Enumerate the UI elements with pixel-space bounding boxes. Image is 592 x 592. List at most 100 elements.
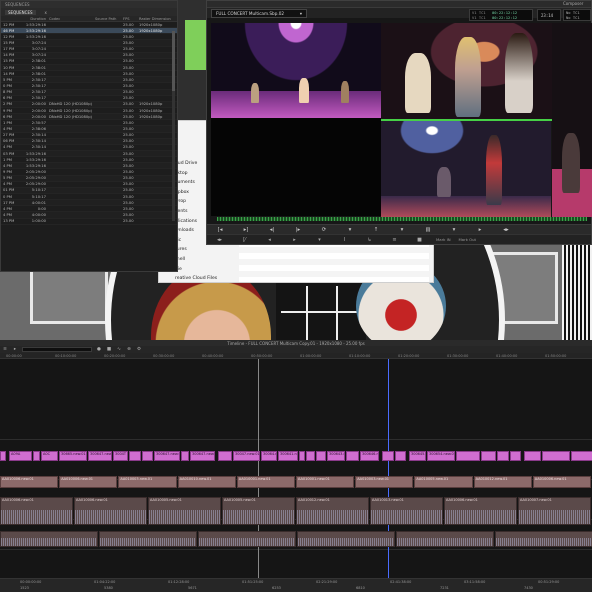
camera-angle-3[interactable] (381, 121, 551, 217)
viewer-control-button[interactable]: ▸ (282, 237, 307, 243)
viewer-control-button[interactable]: [◂ (207, 227, 233, 233)
video-clip[interactable] (129, 451, 141, 461)
audio-clip[interactable]: AA010005.new.01 (222, 497, 295, 525)
square-icon[interactable]: ■ (106, 347, 112, 352)
audio-clip[interactable]: AA010001.new.01 (296, 476, 355, 488)
viewer-control-button[interactable]: ⟳ (311, 227, 337, 233)
viewer-control-button[interactable]: ◂▸ (207, 237, 232, 243)
video-clip[interactable] (33, 451, 40, 461)
finder-sidebar-item[interactable]: plications (175, 219, 197, 224)
video-clip[interactable] (497, 451, 509, 461)
viewer-control-button[interactable]: ▤ (415, 227, 441, 233)
audio-clip[interactable] (297, 531, 395, 547)
audio-clip[interactable]: AA010006.new.01 (0, 497, 73, 525)
settings-icon[interactable]: ⚙ (136, 347, 142, 352)
audio-clip[interactable]: AA010012.new.01 (473, 476, 532, 488)
video-clip[interactable]: A09A (9, 451, 32, 461)
video-clip[interactable] (524, 451, 541, 461)
viewer-control-button[interactable]: ◂| (259, 227, 285, 233)
camera-angle-2[interactable] (381, 23, 553, 121)
video-clip[interactable]: A0C (41, 451, 58, 461)
viewer-control-button[interactable]: ▸] (233, 227, 259, 233)
bin-scroll-thumb[interactable] (172, 31, 175, 91)
video-clip[interactable]: 300646.new.02 (360, 451, 379, 461)
audio-clip[interactable]: AA010006.new.01 (532, 476, 591, 488)
video-clip[interactable] (0, 451, 6, 461)
audio-clip[interactable]: AA010005.new.01 (414, 476, 473, 488)
finder-sidebar-item[interactable]: reative Cloud Files (175, 276, 217, 281)
tab-sequences[interactable]: SEQUENCES (5, 9, 36, 15)
audio-clip[interactable]: AA010006.new.01 (59, 476, 118, 488)
video-clip[interactable] (571, 451, 592, 461)
video-clip[interactable] (456, 451, 480, 461)
audio-clip[interactable]: AA010006.new.01 (444, 497, 517, 525)
menu-icon[interactable]: ≡ (2, 347, 8, 352)
viewer-control-button[interactable]: Ⅰ (332, 237, 357, 243)
audio-clip[interactable]: AA010007.new.01 (518, 497, 591, 525)
bin-scrollbar[interactable] (172, 31, 175, 221)
camera-angle-1[interactable] (211, 23, 381, 118)
video-clip[interactable]: 30064.new.02 (261, 451, 277, 461)
viewer-control-button[interactable]: [⁄ (232, 237, 257, 243)
viewer-control-button[interactable]: ◂ (257, 237, 282, 243)
audio-clip[interactable]: AA010012.new.01 (296, 497, 369, 525)
audio-clip[interactable] (198, 531, 296, 547)
audio-clip[interactable] (0, 531, 98, 547)
viewer-control-button[interactable]: ▸ (467, 227, 493, 233)
video-clip[interactable] (481, 451, 496, 461)
clip-name-dropdown[interactable]: FULL CONCERT Multicam.Sbp.02 ▾ (211, 8, 307, 18)
audio-clip[interactable]: AA010003.new.01 (355, 476, 414, 488)
video-clip[interactable] (306, 451, 315, 461)
viewer-control-button[interactable]: ◂▸ (493, 227, 519, 233)
video-clip[interactable] (510, 451, 521, 461)
video-clip[interactable] (316, 451, 326, 461)
video-clip[interactable]: 30047.new.01 (233, 451, 260, 461)
col-header-source-path[interactable]: Source Path (95, 17, 123, 21)
col-header-duration[interactable]: Duration (21, 17, 49, 21)
side-timecode[interactable]: No TC1 No TC1 (563, 9, 591, 21)
audio-clip[interactable] (396, 531, 494, 547)
zoom-icon[interactable]: ⊕ (126, 347, 132, 352)
video-clip[interactable] (142, 451, 153, 461)
track-icon[interactable]: ▸ (12, 347, 18, 352)
audio-clip[interactable]: AA010013.new.01 (370, 497, 443, 525)
video-clip[interactable]: 300654.new.02 (427, 451, 455, 461)
video-clip[interactable]: 3004T (113, 451, 128, 461)
video-clip[interactable]: 300641.new.02 (278, 451, 298, 461)
audio-clip[interactable] (495, 531, 592, 547)
mark-button[interactable]: Mark Out (455, 237, 480, 242)
video-clip[interactable]: 30665.new.01 (59, 451, 87, 461)
video-clip[interactable] (382, 451, 394, 461)
video-clip[interactable] (181, 451, 189, 461)
audio-clip[interactable]: AA010006.new.01 (0, 476, 59, 488)
viewer-control-button[interactable]: ≡ (382, 237, 407, 243)
video-clip[interactable] (218, 451, 232, 461)
viewer-control-button[interactable]: ■ (407, 237, 432, 243)
video-clip[interactable] (299, 451, 305, 461)
video-clip[interactable]: 300643.new.02 (327, 451, 345, 461)
viewer-control-button[interactable]: ▾ (389, 227, 415, 233)
timeline-tracks[interactable]: A09A A0C30665.new.01300647.new.013004T 300… (0, 359, 592, 578)
mark-button[interactable]: Mark IN (432, 237, 455, 242)
video-clip[interactable]: 300647.new.0 (190, 451, 215, 461)
record-icon[interactable]: ● (96, 347, 102, 352)
audio-clip[interactable]: AA010006.new.01 (74, 497, 147, 525)
timecode-display[interactable]: V1 TC1 00:22:12:12 V1 TC1 00:22:12:12 (469, 9, 533, 21)
video-clip[interactable]: 300647.new.03 (154, 451, 180, 461)
audio-clip[interactable]: AA010001.new.01 (236, 476, 295, 488)
video-clip[interactable]: 300645.new.02 (409, 451, 426, 461)
timeline-search-field[interactable] (22, 347, 92, 352)
col-header-raster[interactable]: Raster Dimension (139, 17, 177, 21)
video-clip[interactable] (542, 451, 570, 461)
audio-clip[interactable]: AA010005.new.01 (148, 497, 221, 525)
camera-angle-4[interactable] (552, 23, 592, 217)
video-clip[interactable] (395, 451, 406, 461)
video-clip[interactable]: 300647.new.01 (88, 451, 112, 461)
viewer-control-button[interactable]: ↳ (357, 237, 382, 243)
viewer-control-button[interactable]: ▾ (307, 237, 332, 243)
viewer-control-button[interactable]: |▸ (285, 227, 311, 233)
waveform-icon[interactable]: ∿ (116, 347, 122, 352)
viewer-control-button[interactable]: ↑ (363, 227, 389, 233)
col-header-fps[interactable]: FPS (123, 17, 139, 21)
finder-sidebar-item[interactable]: oud Drive (175, 161, 197, 166)
